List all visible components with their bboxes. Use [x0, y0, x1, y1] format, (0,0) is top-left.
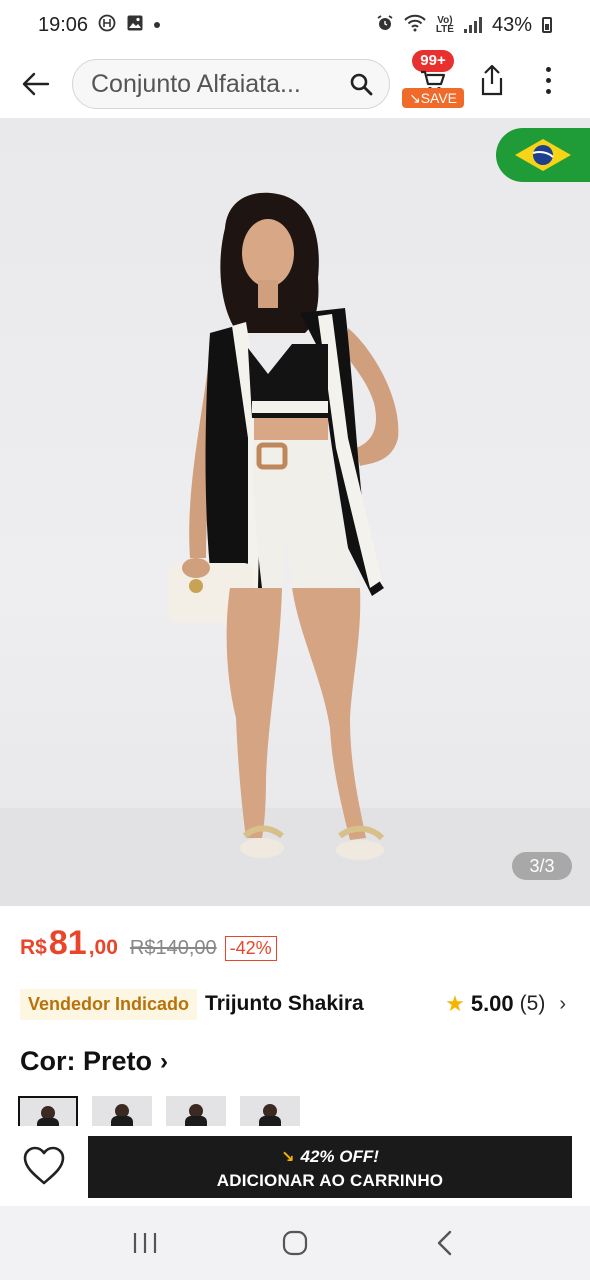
cart-count-badge: 99+ — [412, 50, 454, 72]
seller-row: Vendedor Indicado Trijunto Shakira ★ 5.0… — [20, 986, 576, 1022]
image-counter: 3/3 — [512, 852, 572, 880]
color-selector[interactable]: Cor: Preto › — [20, 1046, 168, 1077]
volte-icon: Vo) LTE — [435, 15, 454, 35]
price-row: R$ 81 ,00 R$140,00 -42% — [20, 924, 277, 963]
color-thumbnails — [18, 1096, 300, 1126]
rating-link[interactable]: ★ 5.00 (5) › — [445, 986, 566, 1022]
star-icon: ★ — [445, 991, 465, 1016]
status-time: 19:06 — [38, 13, 89, 36]
color-thumbnail[interactable] — [18, 1096, 78, 1126]
chevron-left-icon — [437, 1230, 452, 1256]
alarm-icon — [376, 14, 394, 37]
recent-apps-button[interactable] — [115, 1218, 175, 1268]
save-tag: ↘SAVE — [402, 88, 464, 108]
save-label: SAVE — [420, 90, 458, 106]
more-options-button[interactable] — [532, 58, 564, 102]
wifi-icon — [404, 14, 426, 37]
share-icon — [481, 64, 503, 96]
wishlist-button[interactable] — [22, 1146, 66, 1190]
cart-button[interactable]: 99+ ↘SAVE — [400, 50, 466, 112]
home-button[interactable] — [265, 1218, 325, 1268]
search-input[interactable]: Conjunto Alfaiata... — [72, 59, 390, 109]
seller-badge: Vendedor Indicado — [20, 988, 198, 1020]
battery-icon — [542, 17, 552, 33]
discount-badge: -42% — [224, 936, 277, 961]
app-notification-icon — [98, 14, 116, 37]
price-currency: R$ — [20, 936, 47, 959]
color-thumbnail[interactable] — [92, 1096, 152, 1126]
discount-line: ↘ 42% OFF! — [88, 1147, 572, 1167]
search-query-text: Conjunto Alfaiata... — [91, 69, 301, 98]
rating-score: 5.00 — [470, 991, 514, 1016]
color-label: Cor: Preto — [20, 1046, 153, 1076]
status-bar: 19:06 Vo) LTE 43% — [0, 0, 590, 50]
add-to-cart-label: ADICIONAR AO CARRINHO — [216, 1171, 444, 1190]
system-back-button[interactable] — [415, 1218, 475, 1268]
share-button[interactable] — [474, 58, 510, 102]
product-photo — [0, 192, 590, 906]
price-integer: 81 — [48, 924, 87, 962]
product-image-carousel[interactable]: 3/3 — [0, 118, 590, 906]
color-thumbnail[interactable] — [240, 1096, 300, 1126]
back-button[interactable] — [0, 54, 72, 114]
heart-icon — [23, 1146, 65, 1185]
system-nav-bar — [0, 1206, 590, 1280]
off-label: 42% OFF! — [300, 1147, 379, 1166]
battery-percent: 43% — [491, 13, 532, 36]
country-flag-tab[interactable] — [496, 128, 590, 182]
seller-name[interactable]: Trijunto Shakira — [205, 992, 364, 1016]
image-notification-icon — [126, 14, 144, 37]
home-icon — [282, 1230, 308, 1256]
recent-apps-icon — [133, 1233, 157, 1253]
arrow-left-icon — [22, 72, 50, 96]
chevron-right-icon: › — [160, 1047, 169, 1075]
chevron-right-icon: › — [559, 992, 566, 1015]
status-right: Vo) LTE 43% — [376, 14, 552, 37]
trend-down-icon: ↘ — [281, 1149, 295, 1166]
brazil-flag-icon — [512, 136, 574, 174]
color-thumbnail[interactable] — [166, 1096, 226, 1126]
search-icon[interactable] — [347, 70, 375, 98]
status-left: 19:06 — [38, 13, 161, 37]
network-type: LTE — [435, 24, 454, 35]
price-decimal: ,00 — [88, 936, 118, 959]
original-price: R$140,00 — [129, 937, 217, 959]
more-notifications-icon — [154, 22, 161, 28]
add-to-cart-button[interactable]: ↘ 42% OFF! ADICIONAR AO CARRINHO — [88, 1136, 572, 1198]
review-count: (5) — [519, 992, 546, 1015]
app-bar: Conjunto Alfaiata... 99+ ↘SAVE — [0, 50, 590, 118]
signal-icon — [463, 17, 482, 33]
bottom-action-bar: ↘ 42% OFF! ADICIONAR AO CARRINHO — [0, 1126, 590, 1206]
